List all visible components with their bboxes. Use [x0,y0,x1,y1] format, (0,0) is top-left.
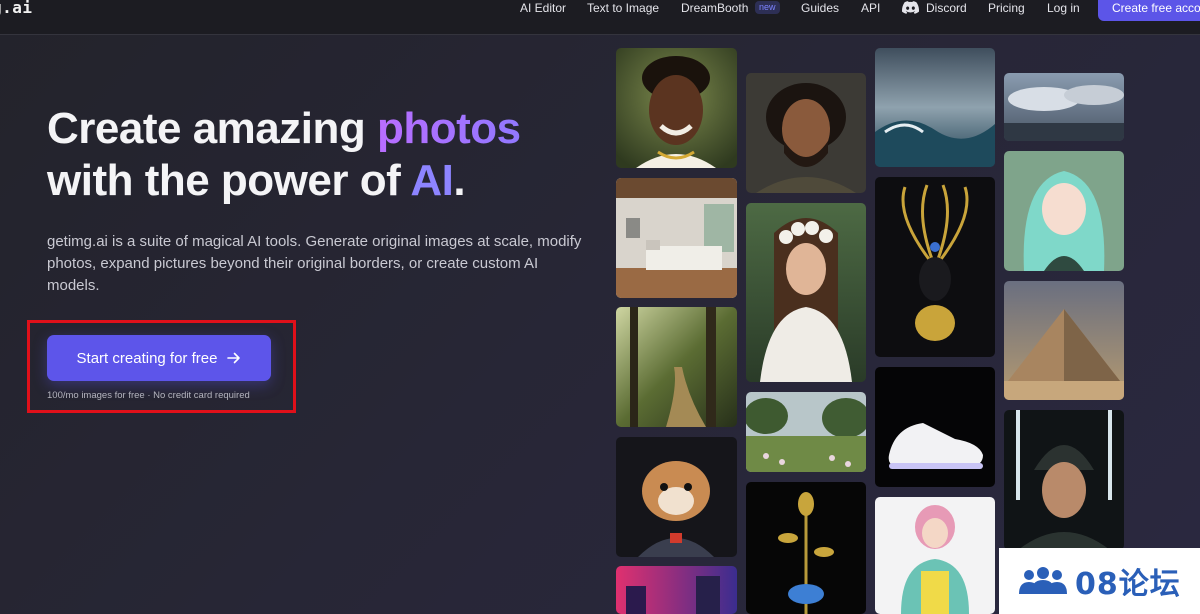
nav-link-text-to-image[interactable]: Text to Image [587,1,659,15]
hero-description: getimg.ai is a suite of magical AI tools… [47,233,582,294]
nav-link-dreambooth[interactable]: DreamBooth [681,1,748,15]
nav-link-api[interactable]: API [861,1,880,15]
discord-icon[interactable] [902,1,919,14]
gallery-tile-stormy-sea[interactable] [875,48,995,167]
hero-title-accent-photos: photos [376,104,521,153]
new-badge: new [755,1,780,14]
gallery-tile-neon-city[interactable] [616,566,737,614]
free-tier-note: 100/mo images for free · No credit card … [47,390,250,401]
hero-title-part-2: with the power of [47,156,411,205]
nav-link-ai-editor[interactable]: AI Editor [520,1,566,15]
nav-link-pricing[interactable]: Pricing [988,1,1025,15]
gallery-tile-white-sneaker[interactable] [875,367,995,487]
gallery-tile-cloudy-horizon[interactable] [1004,73,1124,141]
create-free-account-button[interactable]: Create free account [1098,0,1200,21]
watermark-08luntan: 08论坛 [999,548,1200,614]
logo[interactable]: g.ai [0,0,33,18]
hero-title-end: . [453,156,466,205]
gallery-tile-anime-girl[interactable] [1004,151,1124,271]
gallery-tile-portrait-smiling-man[interactable] [616,48,737,168]
gallery-tile-pyramid[interactable] [1004,281,1124,400]
hero-title-accent-ai: AI [410,156,454,205]
hero-title: Create amazing photos with the power of A… [47,103,607,207]
start-creating-label: Start creating for free [76,349,218,367]
nav-link-login[interactable]: Log in [1047,1,1080,15]
nav-link-discord[interactable]: Discord [926,1,967,15]
gallery-tile-golden-flower-sculpture[interactable] [746,482,866,614]
gallery-tile-cyber-samurai[interactable] [1004,410,1124,550]
gallery-tile-flower-crown-woman[interactable] [746,203,866,382]
arrow-right-icon [227,352,241,364]
hero-title-part-1: Create amazing [47,104,377,153]
start-creating-button[interactable]: Start creating for free [47,335,271,381]
gallery-tile-bearded-warrior[interactable] [746,73,866,193]
gallery-tile-bedroom-interior[interactable] [616,178,737,298]
gallery-tile-hamster-astronaut[interactable] [616,437,737,557]
nav-link-guides[interactable]: Guides [801,1,839,15]
people-group-icon [1019,567,1067,594]
gallery-tile-golden-mask-idol[interactable] [875,177,995,357]
gallery-tile-forest-path[interactable] [616,307,737,427]
top-navigation-bar: g.ai AI Editor Text to Image DreamBooth … [0,0,1200,35]
gallery-tile-garden-landscape[interactable] [746,392,866,472]
watermark-text: 08论坛 [1075,567,1181,602]
gallery-tile-pink-hair-figure[interactable] [875,497,995,614]
